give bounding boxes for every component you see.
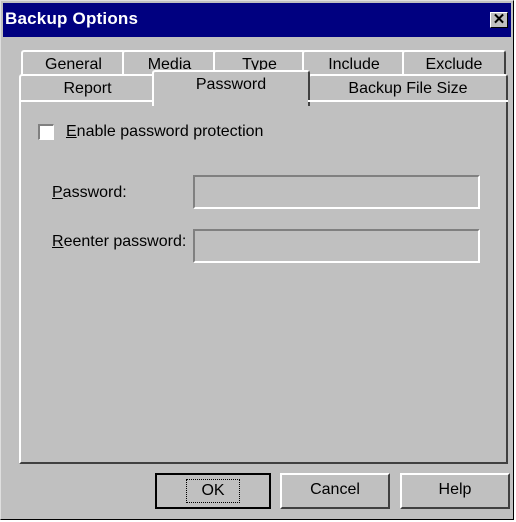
enable-password-checkbox[interactable] [38, 124, 54, 140]
reenter-password-label: Reenter password: [52, 233, 187, 250]
window-title: Backup Options [5, 9, 139, 28]
panel-edge [308, 100, 508, 102]
reenter-password-input[interactable] [195, 231, 478, 261]
ok-button-label: OK [186, 479, 240, 503]
help-button[interactable]: Help [400, 473, 510, 509]
title-bar: Backup Options ✕ [3, 3, 511, 37]
panel-edge [19, 100, 154, 102]
password-field[interactable] [193, 175, 480, 209]
cancel-button[interactable]: Cancel [280, 473, 390, 509]
password-input[interactable] [195, 177, 478, 207]
close-icon[interactable]: ✕ [490, 12, 508, 28]
tab-password[interactable]: Password [152, 70, 310, 106]
password-label: Password: [52, 184, 127, 201]
enable-password-label[interactable]: Enable password protection [66, 123, 263, 141]
reenter-password-field[interactable] [193, 229, 480, 263]
ok-button[interactable]: OK [155, 473, 271, 509]
password-tab-panel [19, 100, 508, 464]
